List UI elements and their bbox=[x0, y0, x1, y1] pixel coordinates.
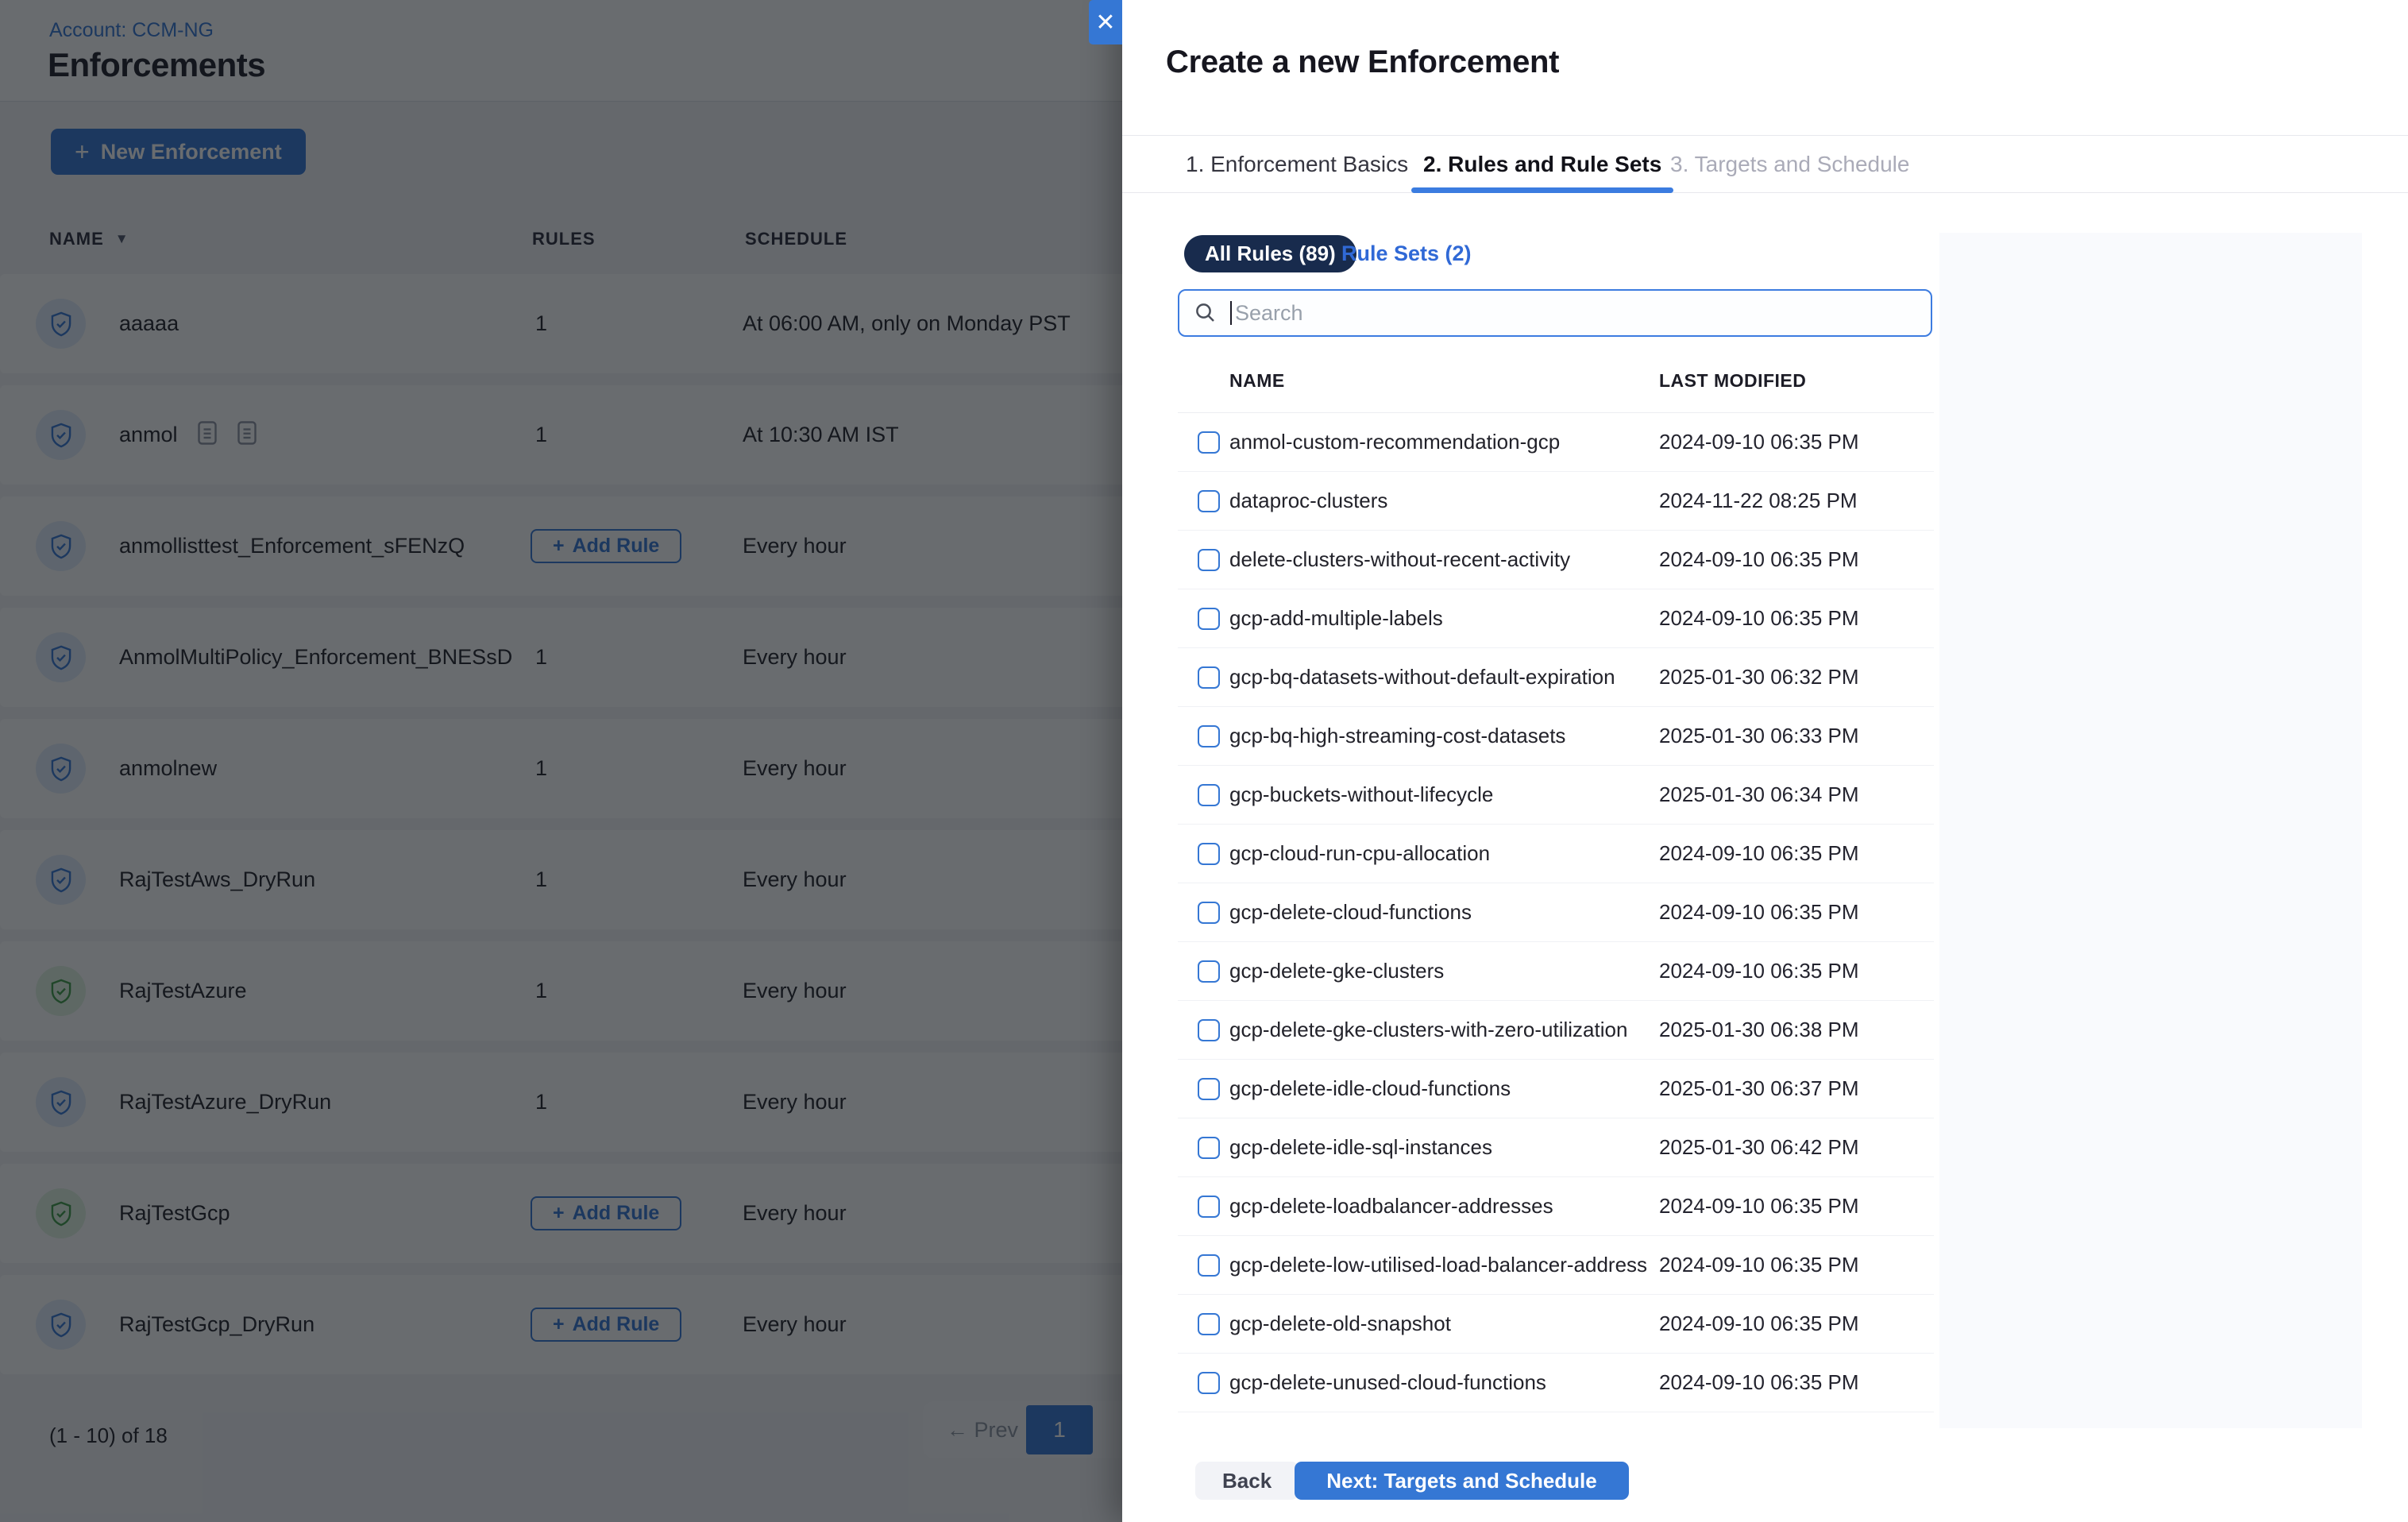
rule-checkbox[interactable] bbox=[1198, 902, 1220, 924]
rule-name: gcp-delete-low-utilised-load-balancer-ad… bbox=[1229, 1236, 1647, 1294]
rule-list-item[interactable]: gcp-delete-loadbalancer-addresses 2024-0… bbox=[1178, 1177, 1934, 1236]
rule-checkbox[interactable] bbox=[1198, 784, 1220, 806]
rule-last-modified: 2024-09-10 06:35 PM bbox=[1659, 1177, 1859, 1235]
rule-checkbox[interactable] bbox=[1198, 1254, 1220, 1277]
rule-last-modified: 2025-01-30 06:32 PM bbox=[1659, 648, 1859, 706]
rule-list-item[interactable]: gcp-delete-idle-cloud-functions 2025-01-… bbox=[1178, 1060, 1934, 1118]
rule-name: gcp-buckets-without-lifecycle bbox=[1229, 766, 1493, 824]
tab-enforcement-basics[interactable]: 1. Enforcement Basics bbox=[1186, 136, 1408, 192]
wizard-tabs: 1. Enforcement Basics 2. Rules and Rule … bbox=[1122, 135, 2408, 193]
rule-name: gcp-bq-high-streaming-cost-datasets bbox=[1229, 707, 1565, 765]
rule-last-modified: 2025-01-30 06:34 PM bbox=[1659, 766, 1859, 824]
rule-name: gcp-delete-cloud-functions bbox=[1229, 883, 1472, 941]
rule-list-item[interactable]: delete-clusters-without-recent-activity … bbox=[1178, 531, 1934, 589]
create-enforcement-drawer: ✕ Create a new Enforcement 1. Enforcemen… bbox=[1122, 0, 2408, 1522]
back-button[interactable]: Back bbox=[1195, 1462, 1299, 1500]
rule-name: anmol-custom-recommendation-gcp bbox=[1229, 413, 1560, 471]
rule-list-item[interactable]: gcp-delete-unused-cloud-functions 2024-0… bbox=[1178, 1354, 1934, 1412]
rule-name: gcp-delete-unused-cloud-functions bbox=[1229, 1354, 1546, 1412]
rule-name: dataproc-clusters bbox=[1229, 472, 1387, 530]
text-cursor bbox=[1230, 301, 1232, 325]
rule-list-item[interactable]: dataproc-clusters 2024-11-22 08:25 PM bbox=[1178, 472, 1934, 531]
rule-name: gcp-delete-gke-clusters-with-zero-utiliz… bbox=[1229, 1001, 1627, 1059]
rule-list-item[interactable]: gcp-add-multiple-labels 2024-09-10 06:35… bbox=[1178, 589, 1934, 648]
rule-last-modified: 2024-09-10 06:35 PM bbox=[1659, 413, 1859, 471]
rule-list-header: NAME LAST MODIFIED bbox=[1178, 364, 1934, 413]
rule-last-modified: 2024-09-10 06:35 PM bbox=[1659, 942, 1859, 1000]
rule-last-modified: 2024-09-10 06:35 PM bbox=[1659, 1295, 1859, 1353]
close-icon: ✕ bbox=[1095, 9, 1115, 37]
rule-checkbox[interactable] bbox=[1198, 431, 1220, 454]
rule-name: gcp-delete-old-snapshot bbox=[1229, 1295, 1451, 1353]
search-icon bbox=[1194, 301, 1218, 325]
rule-checkbox[interactable] bbox=[1198, 1313, 1220, 1335]
rule-list-item[interactable]: gcp-delete-old-snapshot 2024-09-10 06:35… bbox=[1178, 1295, 1934, 1354]
close-drawer-button[interactable]: ✕ bbox=[1089, 0, 1122, 44]
rule-last-modified: 2024-09-10 06:35 PM bbox=[1659, 531, 1859, 589]
rule-list-item[interactable]: gcp-delete-gke-clusters-with-zero-utiliz… bbox=[1178, 1001, 1934, 1060]
rule-checkbox[interactable] bbox=[1198, 1372, 1220, 1394]
rule-checkbox[interactable] bbox=[1198, 1019, 1220, 1041]
rule-last-modified: 2024-09-10 06:35 PM bbox=[1659, 589, 1859, 647]
rule-list-item[interactable]: gcp-delete-low-utilised-load-balancer-ad… bbox=[1178, 1236, 1934, 1295]
rule-last-modified: 2024-09-10 06:35 PM bbox=[1659, 1354, 1859, 1412]
rule-checkbox[interactable] bbox=[1198, 608, 1220, 630]
rule-name: gcp-delete-idle-cloud-functions bbox=[1229, 1060, 1511, 1118]
rule-name: delete-clusters-without-recent-activity bbox=[1229, 531, 1570, 589]
rule-last-modified: 2024-09-10 06:35 PM bbox=[1659, 883, 1859, 941]
next-targets-schedule-button[interactable]: Next: Targets and Schedule bbox=[1295, 1462, 1629, 1500]
rule-last-modified: 2024-09-10 06:35 PM bbox=[1659, 1236, 1859, 1294]
rule-checkbox[interactable] bbox=[1198, 549, 1220, 571]
selected-rules-panel bbox=[1939, 233, 2362, 1428]
rule-name: gcp-delete-idle-sql-instances bbox=[1229, 1118, 1492, 1176]
drawer-footer: Back Next: Targets and Schedule bbox=[1122, 1462, 2408, 1522]
rule-checkbox[interactable] bbox=[1198, 725, 1220, 747]
rule-last-modified: 2025-01-30 06:33 PM bbox=[1659, 707, 1859, 765]
rule-last-modified: 2025-01-30 06:37 PM bbox=[1659, 1060, 1859, 1118]
rule-rows: anmol-custom-recommendation-gcp 2024-09-… bbox=[1178, 413, 1934, 1412]
app-screen: Account: CCM-NG Enforcements + New Enfor… bbox=[0, 0, 2408, 1522]
rule-last-modified: 2025-01-30 06:42 PM bbox=[1659, 1118, 1859, 1176]
rule-list-item[interactable]: anmol-custom-recommendation-gcp 2024-09-… bbox=[1178, 413, 1934, 472]
rule-list-item[interactable]: gcp-bq-datasets-without-default-expirati… bbox=[1178, 648, 1934, 707]
rule-list-item[interactable]: gcp-delete-gke-clusters 2024-09-10 06:35… bbox=[1178, 942, 1934, 1001]
tab-targets-and-schedule[interactable]: 3. Targets and Schedule bbox=[1670, 136, 1909, 192]
drawer-title: Create a new Enforcement bbox=[1166, 44, 1559, 80]
all-rules-toggle[interactable]: All Rules (89) bbox=[1184, 235, 1356, 272]
search-input[interactable]: Search bbox=[1178, 289, 1932, 337]
rule-last-modified: 2024-11-22 08:25 PM bbox=[1659, 472, 1858, 530]
rule-checkbox[interactable] bbox=[1198, 1078, 1220, 1100]
rule-list-item[interactable]: gcp-buckets-without-lifecycle 2025-01-30… bbox=[1178, 766, 1934, 825]
rule-name: gcp-bq-datasets-without-default-expirati… bbox=[1229, 648, 1615, 706]
tab-rules-and-rule-sets[interactable]: 2. Rules and Rule Sets bbox=[1423, 136, 1661, 192]
rule-list-item[interactable]: gcp-delete-cloud-functions 2024-09-10 06… bbox=[1178, 883, 1934, 942]
rule-name: gcp-add-multiple-labels bbox=[1229, 589, 1443, 647]
rule-checkbox[interactable] bbox=[1198, 960, 1220, 983]
rule-checkbox[interactable] bbox=[1198, 490, 1220, 512]
rule-list-item[interactable]: gcp-delete-idle-sql-instances 2025-01-30… bbox=[1178, 1118, 1934, 1177]
rule-checkbox[interactable] bbox=[1198, 843, 1220, 865]
search-placeholder: Search bbox=[1235, 301, 1303, 326]
rule-list-item[interactable]: gcp-cloud-run-cpu-allocation 2024-09-10 … bbox=[1178, 825, 1934, 883]
rule-column-last-modified: LAST MODIFIED bbox=[1659, 370, 1806, 392]
rule-list-item[interactable]: gcp-bq-high-streaming-cost-datasets 2025… bbox=[1178, 707, 1934, 766]
rule-sets-toggle[interactable]: Rule Sets (2) bbox=[1341, 235, 1472, 272]
rule-name: gcp-cloud-run-cpu-allocation bbox=[1229, 825, 1490, 883]
rule-column-name: NAME bbox=[1229, 370, 1285, 392]
rule-checkbox[interactable] bbox=[1198, 1137, 1220, 1159]
rule-name: gcp-delete-gke-clusters bbox=[1229, 942, 1444, 1000]
rule-checkbox[interactable] bbox=[1198, 1196, 1220, 1218]
rule-name: gcp-delete-loadbalancer-addresses bbox=[1229, 1177, 1553, 1235]
rule-last-modified: 2025-01-30 06:38 PM bbox=[1659, 1001, 1859, 1059]
rule-last-modified: 2024-09-10 06:35 PM bbox=[1659, 825, 1859, 883]
rule-checkbox[interactable] bbox=[1198, 666, 1220, 689]
